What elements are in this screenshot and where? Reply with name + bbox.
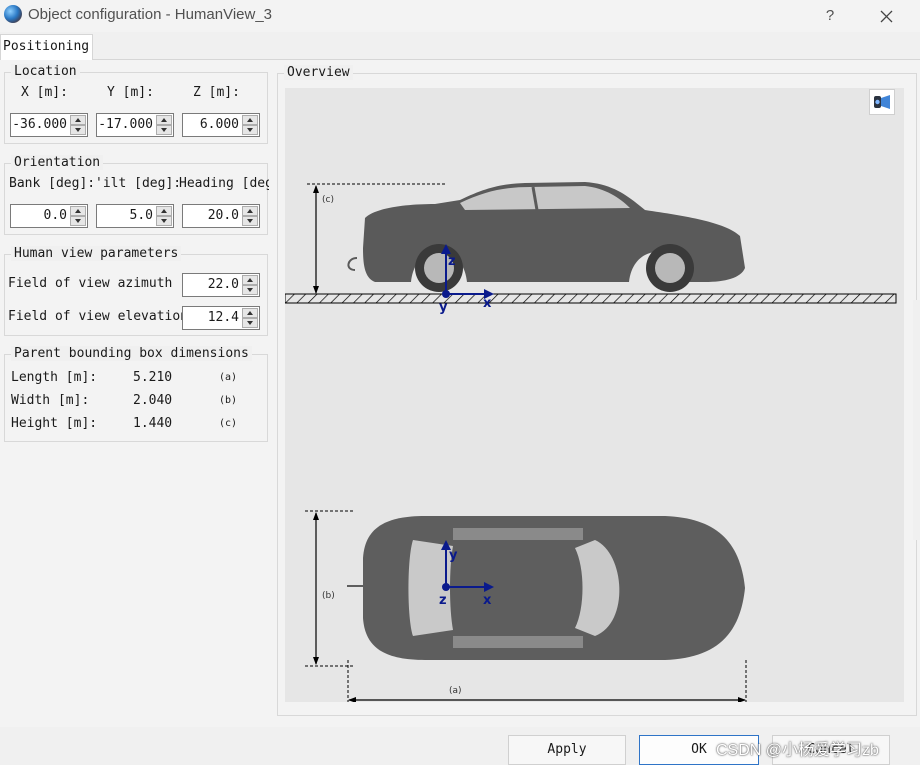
width-value: 2.040 xyxy=(133,393,173,408)
length-label: Length [m]: xyxy=(11,370,98,385)
elevation-increment[interactable] xyxy=(242,308,258,318)
top-car-side-glass-right xyxy=(453,636,583,648)
ground-plane xyxy=(284,293,897,304)
watermark-text: CSDN @小杨爱学习zb xyxy=(716,742,879,759)
y-value: -17.000 xyxy=(98,117,153,132)
bank-increment[interactable] xyxy=(70,206,86,216)
side-z-label: z xyxy=(448,254,456,269)
bank-label: Bank [deg]: xyxy=(9,176,95,191)
width-tag: (b) xyxy=(219,395,238,406)
tilt-value: 5.0 xyxy=(129,208,153,223)
side-height-label: (c) xyxy=(322,195,334,205)
heading-spinbox[interactable]: 20.0 xyxy=(182,204,260,228)
azimuth-spinbox[interactable]: 22.0 xyxy=(182,273,260,297)
close-icon xyxy=(880,10,893,23)
bank-decrement[interactable] xyxy=(70,216,86,226)
human-view-group: Human view parameters Field of view azim… xyxy=(4,246,268,336)
camera-icon xyxy=(874,95,890,109)
help-button[interactable]: ? xyxy=(818,3,842,29)
tilt-spinbox[interactable]: 5.0 xyxy=(96,204,174,228)
height-label: Height [m]: xyxy=(11,416,98,431)
right-edge-strip xyxy=(913,300,920,540)
bank-value: 0.0 xyxy=(43,208,67,223)
side-height-arrow-bottom xyxy=(313,286,319,294)
side-height-arrow-top xyxy=(313,185,319,193)
location-group: Location X [m]: Y [m]: Z [m]: -36.000 -1… xyxy=(4,64,268,144)
bank-spinbox[interactable]: 0.0 xyxy=(10,204,88,228)
z-spinbox[interactable]: 6.000 xyxy=(182,113,260,137)
location-title: Location xyxy=(11,64,80,79)
x-increment[interactable] xyxy=(70,115,86,125)
length-value: 5.210 xyxy=(133,370,173,385)
z-value: 6.000 xyxy=(199,117,239,132)
apply-button[interactable]: Apply xyxy=(508,735,626,765)
top-z-label: z xyxy=(439,593,447,608)
y-increment[interactable] xyxy=(156,115,172,125)
top-y-label: y xyxy=(449,548,458,563)
top-x-label: x xyxy=(483,593,492,608)
side-view: (c) z y x xyxy=(284,182,897,315)
close-button[interactable] xyxy=(872,3,902,29)
top-view: (b) y z x (a) xyxy=(305,510,747,703)
title-bar: Object configuration - HumanView_3 ? xyxy=(0,0,920,32)
z-decrement[interactable] xyxy=(242,125,258,135)
x-spinbox[interactable]: -36.000 xyxy=(10,113,88,137)
heading-increment[interactable] xyxy=(242,206,258,216)
parent-bbox-group: Parent bounding box dimensions Length [m… xyxy=(4,346,268,442)
tilt-increment[interactable] xyxy=(156,206,172,216)
y-decrement[interactable] xyxy=(156,125,172,135)
window-title: Object configuration - HumanView_3 xyxy=(28,6,273,23)
top-length-label: (a) xyxy=(449,686,462,696)
top-width-label: (b) xyxy=(322,591,335,601)
height-value: 1.440 xyxy=(133,416,173,431)
azimuth-increment[interactable] xyxy=(242,275,258,285)
overview-canvas: (c) z y x (b) y z x (a) xyxy=(284,88,904,703)
tilt-decrement[interactable] xyxy=(156,216,172,226)
heading-decrement[interactable] xyxy=(242,216,258,226)
tab-positioning[interactable]: Positioning xyxy=(0,34,93,60)
side-tow-hook xyxy=(347,257,358,271)
z-label: Z [m]: xyxy=(193,85,240,100)
top-width-arrow-bottom xyxy=(313,657,319,665)
tilt-label: 'ilt [deg]: xyxy=(95,176,179,191)
width-label: Width [m]: xyxy=(11,393,90,408)
heading-value: 20.0 xyxy=(207,208,239,223)
z-increment[interactable] xyxy=(242,115,258,125)
app-globe-icon xyxy=(4,5,22,23)
y-label: Y [m]: xyxy=(107,85,154,100)
length-tag: (a) xyxy=(219,372,238,383)
azimuth-decrement[interactable] xyxy=(242,285,258,295)
camera-view-button[interactable] xyxy=(869,89,895,115)
y-spinbox[interactable]: -17.000 xyxy=(96,113,174,137)
orientation-group: Orientation Bank [deg]: 'ilt [deg]: Head… xyxy=(4,155,269,235)
elevation-spinbox[interactable]: 12.4 xyxy=(182,306,260,330)
overview-drawing: (c) z y x (b) y z x (a) xyxy=(284,182,897,703)
x-label: X [m]: xyxy=(21,85,68,100)
parent-bbox-title: Parent bounding box dimensions xyxy=(11,346,252,361)
side-front-rim xyxy=(655,253,685,283)
x-value: -36.000 xyxy=(12,117,67,132)
top-car-side-glass-left xyxy=(453,528,583,540)
overview-title: Overview xyxy=(284,65,353,80)
elevation-label: Field of view elevation xyxy=(8,309,184,324)
top-width-arrow-top xyxy=(313,512,319,520)
human-view-title: Human view parameters xyxy=(11,246,182,261)
heading-label: Heading [deg xyxy=(179,176,269,191)
side-y-label: y xyxy=(439,300,448,315)
orientation-title: Orientation xyxy=(11,155,104,170)
height-tag: (c) xyxy=(219,418,238,429)
side-origin xyxy=(442,290,450,298)
azimuth-value: 22.0 xyxy=(207,277,239,292)
top-origin xyxy=(442,583,450,591)
azimuth-label: Field of view azimuth [ xyxy=(8,276,184,291)
x-decrement[interactable] xyxy=(70,125,86,135)
elevation-decrement[interactable] xyxy=(242,318,258,328)
elevation-value: 12.4 xyxy=(207,310,239,325)
side-x-label: x xyxy=(483,296,492,311)
